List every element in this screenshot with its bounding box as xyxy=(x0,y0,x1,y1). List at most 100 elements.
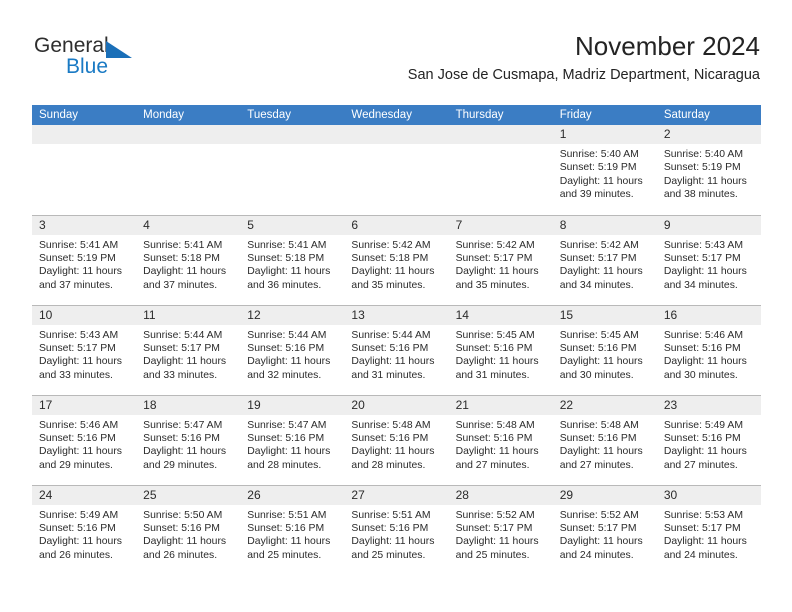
daylight-text-line1: Daylight: 11 hours xyxy=(39,536,122,548)
calendar-day-cell[interactable]: 9 Sunrise: 5:43 AM Sunset: 5:17 PM Daylight… xyxy=(656,214,761,305)
daylight-text-line2: and 29 minutes. xyxy=(143,459,218,471)
day-number: 12 xyxy=(240,305,345,325)
daylight-text-line2: and 35 minutes. xyxy=(351,279,426,291)
day-sun-info: Sunrise: 5:41 AM Sunset: 5:18 PM Daylight:… xyxy=(136,235,240,293)
day-sun-info: Sunrise: 5:44 AM Sunset: 5:16 PM Daylight:… xyxy=(344,325,448,383)
general-blue-logo[interactable]: General Blue xyxy=(32,34,232,90)
daylight-text-line2: and 27 minutes. xyxy=(663,459,738,471)
calendar-day-cell[interactable]: 12 Sunrise: 5:44 AM Sunset: 5:16 PM Dayligh… xyxy=(240,304,345,395)
daylight-text-line2: and 30 minutes. xyxy=(663,369,738,381)
day-sun-info: Sunrise: 5:48 AM Sunset: 5:16 PM Daylight:… xyxy=(553,415,657,473)
day-number: 11 xyxy=(136,305,241,325)
calendar-day-cell[interactable]: 7 Sunrise: 5:42 AM Sunset: 5:17 PM Daylight… xyxy=(448,214,553,305)
calendar-day-cell[interactable]: 28 Sunrise: 5:52 AM Sunset: 5:17 PM Dayligh… xyxy=(448,484,553,575)
sunset-text: Sunset: 5:16 PM xyxy=(351,522,429,534)
day-number: 25 xyxy=(136,485,241,505)
day-sun-info: Sunrise: 5:53 AM Sunset: 5:17 PM Daylight:… xyxy=(657,505,761,563)
calendar-day-cell[interactable]: 27 Sunrise: 5:51 AM Sunset: 5:16 PM Dayligh… xyxy=(344,484,449,575)
sunset-text: Sunset: 5:16 PM xyxy=(247,432,325,444)
sunset-text: Sunset: 5:17 PM xyxy=(559,522,637,534)
daylight-text-line1: Daylight: 11 hours xyxy=(455,536,539,548)
day-number: 19 xyxy=(240,395,345,415)
calendar-day-cell[interactable]: 21 Sunrise: 5:48 AM Sunset: 5:16 PM Dayligh… xyxy=(448,394,553,485)
sunset-text: Sunset: 5:16 PM xyxy=(559,432,637,444)
calendar-day-cell[interactable]: 4 Sunrise: 5:41 AM Sunset: 5:18 PM Daylight… xyxy=(136,214,241,305)
sunrise-text: Sunrise: 5:53 AM xyxy=(663,509,743,521)
daylight-text-line1: Daylight: 11 hours xyxy=(559,446,643,458)
day-number xyxy=(344,125,449,144)
calendar-day-cell[interactable]: 11 Sunrise: 5:44 AM Sunset: 5:17 PM Dayligh… xyxy=(136,304,241,395)
calendar-day-cell[interactable]: 10 Sunrise: 5:43 AM Sunset: 5:17 PM Dayligh… xyxy=(32,304,137,395)
daylight-text-line2: and 25 minutes. xyxy=(351,549,426,561)
calendar-day-cell[interactable]: 26 Sunrise: 5:51 AM Sunset: 5:16 PM Dayligh… xyxy=(240,484,345,575)
daylight-text-line2: and 37 minutes. xyxy=(143,279,218,291)
sunrise-text: Sunrise: 5:51 AM xyxy=(247,509,327,521)
calendar-day-cell[interactable]: 20 Sunrise: 5:48 AM Sunset: 5:16 PM Dayligh… xyxy=(344,394,449,485)
day-number: 3 xyxy=(32,215,137,235)
day-sun-info: Sunrise: 5:50 AM Sunset: 5:16 PM Daylight:… xyxy=(136,505,240,563)
sunset-text: Sunset: 5:16 PM xyxy=(455,342,533,354)
day-sun-info: Sunrise: 5:45 AM Sunset: 5:16 PM Daylight:… xyxy=(553,325,657,383)
daylight-text-line2: and 24 minutes. xyxy=(663,549,738,561)
sunrise-text: Sunrise: 5:48 AM xyxy=(351,419,431,431)
calendar-day-cell[interactable]: 2 Sunrise: 5:40 AM Sunset: 5:19 PM Daylight… xyxy=(656,125,761,215)
calendar-day-cell[interactable]: 24 Sunrise: 5:49 AM Sunset: 5:16 PM Dayligh… xyxy=(32,484,137,575)
page-header: General Blue November 2024 San Jose de C… xyxy=(32,30,760,100)
day-number: 1 xyxy=(552,125,657,144)
daylight-text-line2: and 30 minutes. xyxy=(559,369,634,381)
calendar-day-cell[interactable]: 18 Sunrise: 5:47 AM Sunset: 5:16 PM Dayligh… xyxy=(136,394,241,485)
sunrise-text: Sunrise: 5:43 AM xyxy=(663,239,743,251)
daylight-text-line2: and 27 minutes. xyxy=(559,459,634,471)
daylight-text-line1: Daylight: 11 hours xyxy=(663,536,747,548)
day-sun-info: Sunrise: 5:52 AM Sunset: 5:17 PM Daylight:… xyxy=(553,505,657,563)
calendar-day-cell[interactable]: 5 Sunrise: 5:41 AM Sunset: 5:18 PM Daylight… xyxy=(240,214,345,305)
calendar-day-cell[interactable]: 23 Sunrise: 5:49 AM Sunset: 5:16 PM Dayligh… xyxy=(656,394,761,485)
sunset-text: Sunset: 5:17 PM xyxy=(455,252,533,264)
sunrise-text: Sunrise: 5:52 AM xyxy=(455,509,535,521)
calendar-day-cell[interactable]: 14 Sunrise: 5:45 AM Sunset: 5:16 PM Dayligh… xyxy=(448,304,553,395)
day-sun-info: Sunrise: 5:49 AM Sunset: 5:16 PM Daylight:… xyxy=(657,415,761,473)
day-number: 2 xyxy=(656,125,761,144)
daylight-text-line1: Daylight: 11 hours xyxy=(559,356,643,368)
sunset-text: Sunset: 5:19 PM xyxy=(39,252,116,264)
daylight-text-line2: and 31 minutes. xyxy=(351,369,426,381)
calendar-day-cell[interactable]: 15 Sunrise: 5:45 AM Sunset: 5:16 PM Dayligh… xyxy=(552,304,657,395)
sunset-text: Sunset: 5:19 PM xyxy=(663,162,741,174)
calendar-day-cell[interactable]: 13 Sunrise: 5:44 AM Sunset: 5:16 PM Dayligh… xyxy=(344,304,449,395)
day-number: 22 xyxy=(552,395,657,415)
sunset-text: Sunset: 5:19 PM xyxy=(559,162,637,174)
sunrise-text: Sunrise: 5:48 AM xyxy=(559,419,639,431)
calendar-day-cell[interactable]: 16 Sunrise: 5:46 AM Sunset: 5:16 PM Dayligh… xyxy=(656,304,761,395)
title-block: November 2024 San Jose de Cusmapa, Madri… xyxy=(408,30,760,85)
calendar-day-cell[interactable]: 8 Sunrise: 5:42 AM Sunset: 5:17 PM Daylight… xyxy=(552,214,657,305)
day-number: 14 xyxy=(448,305,553,325)
daylight-text-line1: Daylight: 11 hours xyxy=(663,356,747,368)
calendar-week-row: 3 Sunrise: 5:41 AM Sunset: 5:19 PM Daylight… xyxy=(32,214,761,305)
sunset-text: Sunset: 5:16 PM xyxy=(143,522,220,534)
sunrise-text: Sunrise: 5:44 AM xyxy=(247,329,327,341)
day-sun-info: Sunrise: 5:48 AM Sunset: 5:16 PM Daylight:… xyxy=(449,415,553,473)
daylight-text-line2: and 34 minutes. xyxy=(559,279,634,291)
calendar-day-cell[interactable]: 3 Sunrise: 5:41 AM Sunset: 5:19 PM Daylight… xyxy=(32,214,137,305)
sunrise-text: Sunrise: 5:44 AM xyxy=(143,329,223,341)
calendar-day-cell[interactable]: 6 Sunrise: 5:42 AM Sunset: 5:18 PM Daylight… xyxy=(344,214,449,305)
daylight-text-line2: and 27 minutes. xyxy=(455,459,530,471)
calendar-day-cell[interactable]: 25 Sunrise: 5:50 AM Sunset: 5:16 PM Dayligh… xyxy=(136,484,241,575)
calendar-day-cell[interactable]: 17 Sunrise: 5:46 AM Sunset: 5:16 PM Dayligh… xyxy=(32,394,137,485)
calendar-day-cell[interactable]: 29 Sunrise: 5:52 AM Sunset: 5:17 PM Dayligh… xyxy=(552,484,657,575)
day-number xyxy=(32,125,137,144)
calendar-day-cell[interactable]: 19 Sunrise: 5:47 AM Sunset: 5:16 PM Dayligh… xyxy=(240,394,345,485)
daylight-text-line2: and 38 minutes. xyxy=(663,189,738,201)
logo-text-blue: Blue xyxy=(66,55,109,78)
calendar-day-cell[interactable]: 1 Sunrise: 5:40 AM Sunset: 5:19 PM Daylight… xyxy=(552,125,657,215)
daylight-text-line1: Daylight: 11 hours xyxy=(143,446,227,458)
weekday-header-thursday: Thursday xyxy=(448,105,553,125)
calendar-day-cell[interactable]: 30 Sunrise: 5:53 AM Sunset: 5:17 PM Dayligh… xyxy=(656,484,761,575)
day-sun-info: Sunrise: 5:42 AM Sunset: 5:17 PM Daylight:… xyxy=(449,235,553,293)
day-number: 24 xyxy=(32,485,137,505)
calendar-day-cell[interactable]: 22 Sunrise: 5:48 AM Sunset: 5:16 PM Dayligh… xyxy=(552,394,657,485)
calendar-page: General Blue November 2024 San Jose de C… xyxy=(0,0,792,612)
daylight-text-line1: Daylight: 11 hours xyxy=(663,446,747,458)
sunset-text: Sunset: 5:16 PM xyxy=(455,432,533,444)
sunrise-text: Sunrise: 5:42 AM xyxy=(559,239,639,251)
